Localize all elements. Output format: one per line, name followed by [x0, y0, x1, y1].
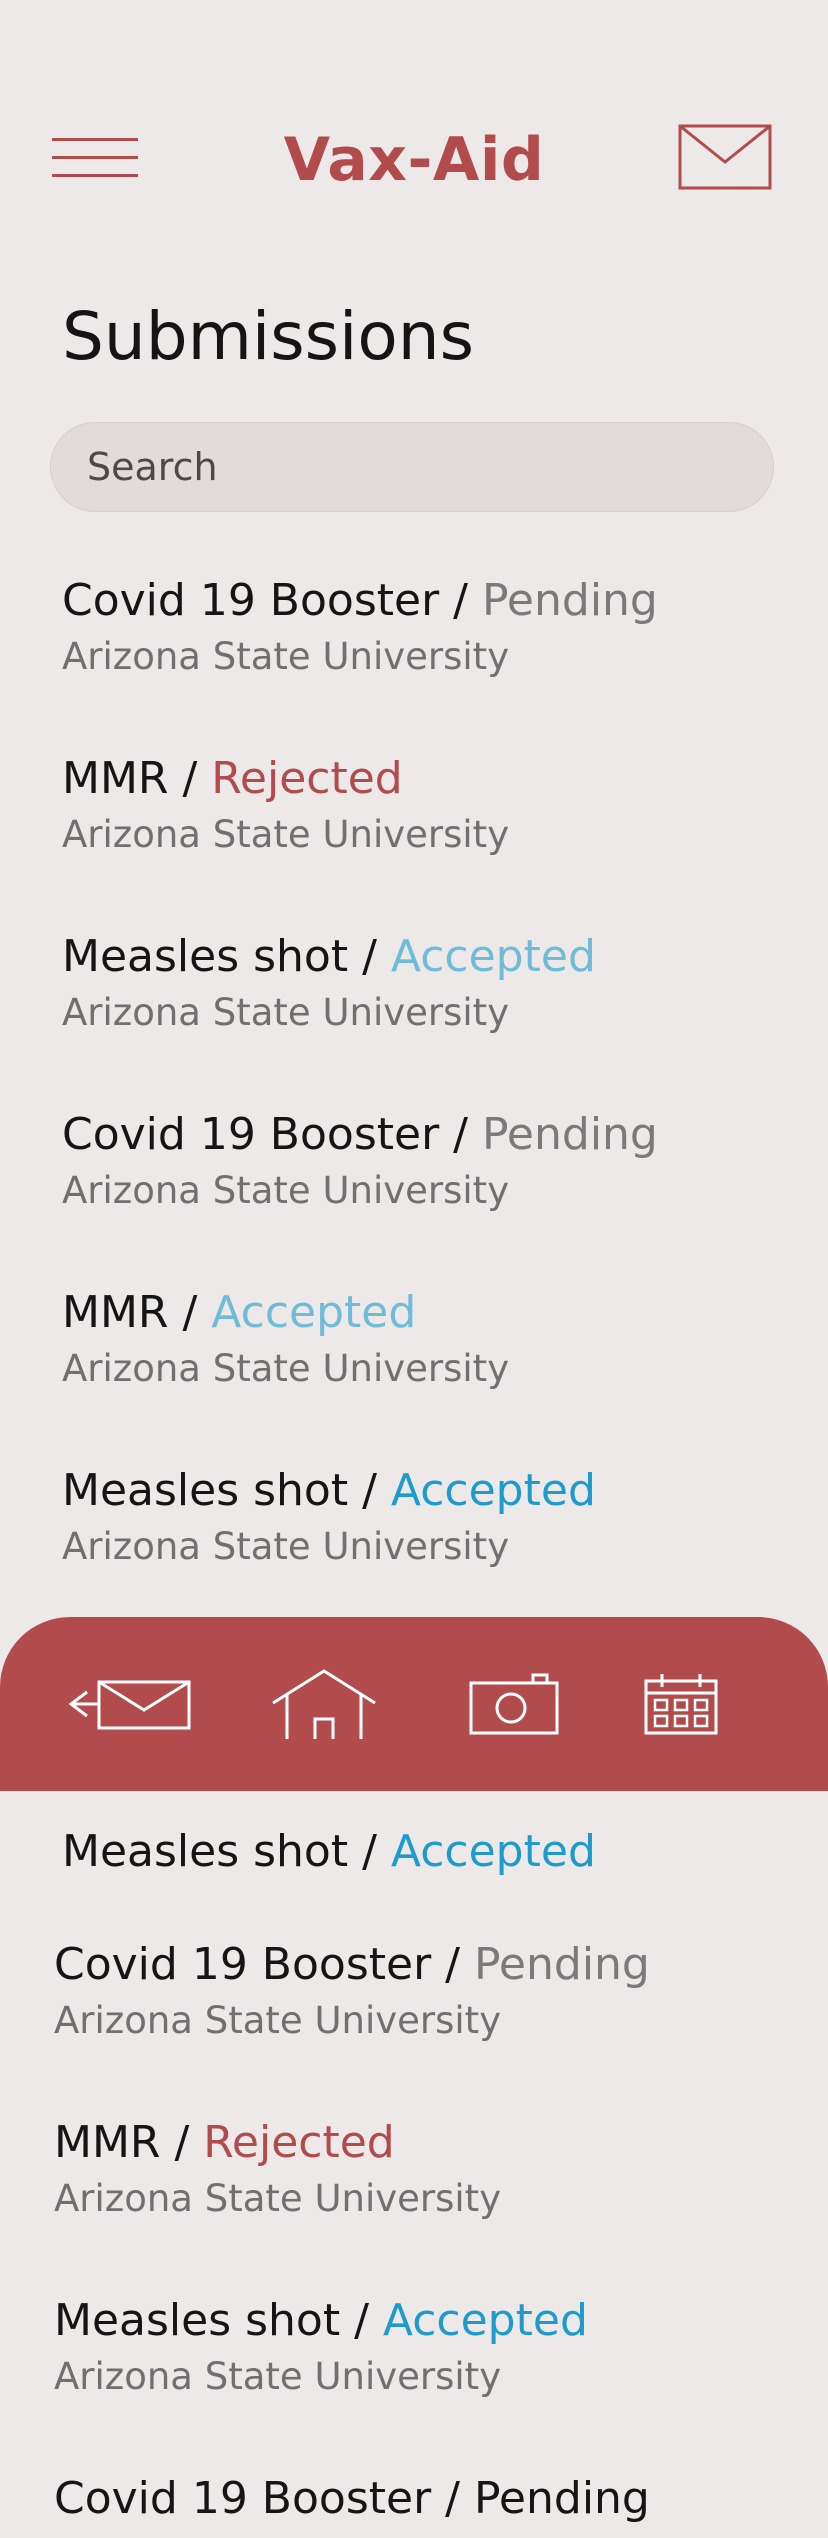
- submission-item[interactable]: Measles shot / Accepted Arizona State Un…: [62, 930, 782, 1038]
- separator: /: [439, 575, 482, 626]
- vaccine-name: MMR: [62, 753, 169, 804]
- vaccine-name: MMR: [62, 1287, 169, 1338]
- mail-back-icon[interactable]: [60, 1617, 200, 1791]
- mail-icon[interactable]: [678, 124, 772, 190]
- separator: /: [439, 1109, 482, 1160]
- status-label: Pending: [473, 2473, 650, 2524]
- organization-label: Arizona State University: [62, 991, 510, 1034]
- organization-label: Arizona State University: [62, 1169, 510, 1212]
- vaccine-name: Measles shot: [54, 2295, 341, 2346]
- app-header: Vax-Aid: [0, 0, 828, 300]
- status-label: Pending: [481, 1109, 658, 1160]
- organization-label: Arizona State University: [54, 2355, 502, 2398]
- vaccine-name: Covid 19 Booster: [54, 2473, 432, 2524]
- vaccine-name: Covid 19 Booster: [62, 575, 440, 626]
- separator: /: [340, 2295, 383, 2346]
- submission-item[interactable]: MMR / Rejected Arizona State University: [62, 752, 782, 860]
- organization-label: Arizona State University: [62, 813, 510, 856]
- submission-item[interactable]: Covid 19 Booster / Pending: [54, 2472, 774, 2526]
- vaccine-name: Measles shot: [62, 931, 349, 982]
- vaccine-name: Measles shot: [62, 1826, 349, 1877]
- organization-label: Arizona State University: [54, 1999, 502, 2042]
- organization-label: Arizona State University: [62, 1525, 510, 1568]
- separator: /: [348, 931, 391, 982]
- separator: /: [168, 753, 212, 804]
- submission-item[interactable]: Covid 19 Booster / Pending Arizona State…: [62, 1108, 782, 1216]
- status-label: Pending: [481, 575, 658, 626]
- camera-icon[interactable]: [452, 1617, 576, 1791]
- separator: /: [348, 1465, 391, 1516]
- submission-item[interactable]: Measles shot / Accepted: [62, 1825, 782, 1879]
- organization-label: Arizona State University: [62, 1347, 510, 1390]
- bottom-nav-bar: [0, 1617, 828, 1791]
- status-label: Accepted: [390, 1826, 596, 1877]
- separator: /: [168, 1287, 212, 1338]
- vaccine-name: Covid 19 Booster: [54, 1939, 432, 1990]
- organization-label: Arizona State University: [62, 635, 510, 678]
- separator: /: [431, 1939, 474, 1990]
- separator: /: [431, 2473, 474, 2524]
- vaccine-name: MMR: [54, 2117, 161, 2168]
- submission-item[interactable]: MMR / Accepted Arizona State University: [62, 1286, 782, 1394]
- search-input[interactable]: [50, 422, 774, 512]
- submission-item[interactable]: Covid 19 Booster / Pending Arizona State…: [62, 574, 782, 682]
- status-label: Accepted: [390, 931, 596, 982]
- calendar-icon[interactable]: [626, 1617, 736, 1791]
- page-title: Submissions: [62, 298, 474, 375]
- home-icon[interactable]: [262, 1617, 386, 1791]
- submission-item[interactable]: Measles shot / Accepted Arizona State Un…: [54, 2294, 774, 2402]
- status-label: Pending: [473, 1939, 650, 1990]
- separator: /: [160, 2117, 204, 2168]
- status-label: Rejected: [211, 753, 403, 804]
- status-label: Accepted: [390, 1465, 596, 1516]
- organization-label: Arizona State University: [54, 2177, 502, 2220]
- status-label: Rejected: [203, 2117, 395, 2168]
- vaccine-name: Measles shot: [62, 1465, 349, 1516]
- submission-item[interactable]: MMR / Rejected Arizona State University: [54, 2116, 774, 2224]
- separator: /: [348, 1826, 391, 1877]
- submission-item[interactable]: Covid 19 Booster / Pending Arizona State…: [54, 1938, 774, 2046]
- status-label: Accepted: [382, 2295, 588, 2346]
- vaccine-name: Covid 19 Booster: [62, 1109, 440, 1160]
- submission-item[interactable]: Measles shot / Accepted Arizona State Un…: [62, 1464, 782, 1572]
- status-label: Accepted: [211, 1287, 417, 1338]
